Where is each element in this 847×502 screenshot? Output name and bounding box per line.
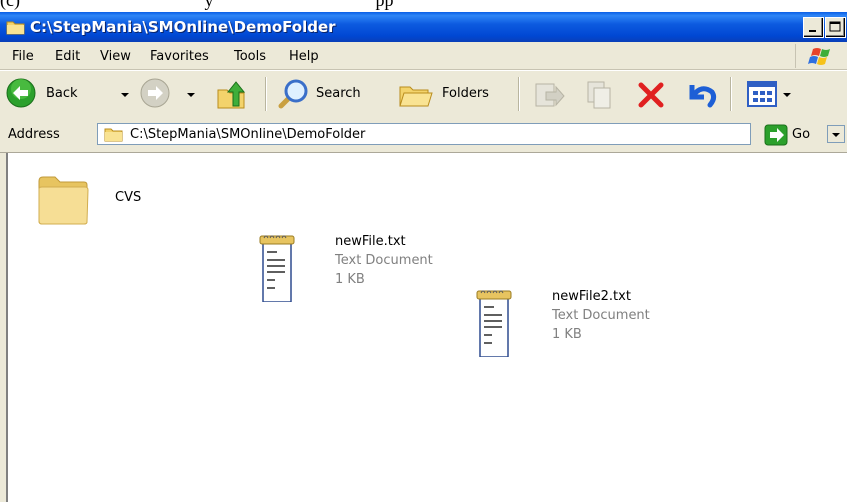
search-button[interactable]: Search: [276, 75, 382, 113]
address-label: Address: [8, 127, 60, 142]
search-icon: [278, 79, 308, 109]
item-name: CVS: [115, 190, 142, 205]
back-label: Back: [46, 86, 78, 101]
folders-button[interactable]: Folders: [398, 75, 510, 113]
folder-icon: [104, 128, 123, 142]
maximize-button[interactable]: [825, 17, 846, 38]
move-to-icon[interactable]: [532, 78, 566, 112]
menu-favorites[interactable]: Favorites: [150, 49, 209, 64]
menu-edit[interactable]: Edit: [55, 49, 80, 64]
menu-tools[interactable]: Tools: [234, 49, 266, 64]
menu-bar: File Edit View Favorites Tools Help: [0, 42, 847, 70]
views-icon: [747, 81, 777, 107]
minimize-icon: [809, 30, 816, 32]
address-input[interactable]: C:\StepMania\SMOnline\DemoFolder: [97, 123, 845, 145]
folder-icon: [6, 21, 25, 35]
windows-logo-icon: [795, 44, 830, 68]
text-document-icon: [259, 235, 295, 302]
explorer-window: C:\StepMania\SMOnline\DemoFolder File Ed…: [0, 12, 847, 502]
standard-toolbar: Back Search Folders: [0, 70, 847, 119]
back-arrow-icon: [6, 78, 36, 108]
item-name: newFile2.txt: [552, 289, 631, 304]
folder-item-cvs[interactable]: CVS: [35, 167, 195, 231]
file-item-newfile[interactable]: newFile.txt Text Document 1 KB: [258, 230, 458, 310]
menu-view[interactable]: View: [100, 49, 131, 64]
maximize-icon: [829, 21, 841, 32]
menu-help[interactable]: Help: [289, 49, 319, 64]
forward-arrow-icon: [140, 78, 170, 108]
toolbar-separator: [518, 77, 520, 111]
item-type: Text Document: [335, 253, 433, 268]
item-name: newFile.txt: [335, 234, 406, 249]
item-size: 1 KB: [335, 272, 365, 287]
copy-to-icon[interactable]: [582, 78, 616, 112]
window-title: C:\StepMania\SMOnline\DemoFolder: [30, 18, 336, 36]
up-folder-icon[interactable]: [215, 78, 249, 112]
folder-icon: [38, 176, 89, 225]
folders-icon: [399, 86, 433, 107]
go-arrow-icon: [764, 124, 788, 146]
address-value: C:\StepMania\SMOnline\DemoFolder: [130, 127, 366, 142]
title-bar[interactable]: C:\StepMania\SMOnline\DemoFolder: [0, 12, 847, 42]
caption-text: (c) y pp: [0, 0, 394, 10]
undo-icon[interactable]: [684, 79, 718, 111]
go-button[interactable]: Go: [764, 123, 834, 147]
text-document-icon: [476, 290, 512, 357]
minimize-button[interactable]: [803, 17, 824, 38]
item-size: 1 KB: [552, 327, 582, 342]
back-button[interactable]: Back: [4, 75, 132, 113]
toolbar-separator: [730, 77, 732, 111]
address-bar: Address C:\StepMania\SMOnline\DemoFolder…: [0, 118, 847, 153]
search-label: Search: [316, 86, 361, 101]
forward-button[interactable]: [138, 75, 195, 113]
back-dropdown-icon[interactable]: [121, 93, 129, 97]
views-button[interactable]: [746, 79, 800, 111]
item-type: Text Document: [552, 308, 650, 323]
toolbar-separator: [265, 77, 267, 111]
forward-dropdown-icon[interactable]: [187, 93, 195, 97]
delete-icon[interactable]: [636, 80, 666, 110]
views-dropdown-icon[interactable]: [783, 93, 791, 97]
file-item-newfile2[interactable]: newFile2.txt Text Document 1 KB: [475, 285, 685, 365]
menu-file[interactable]: File: [12, 49, 34, 64]
file-view[interactable]: CVS newFile.txt Text Document 1 KB newFi…: [6, 153, 847, 502]
go-label: Go: [792, 127, 811, 142]
folders-label: Folders: [442, 86, 489, 101]
